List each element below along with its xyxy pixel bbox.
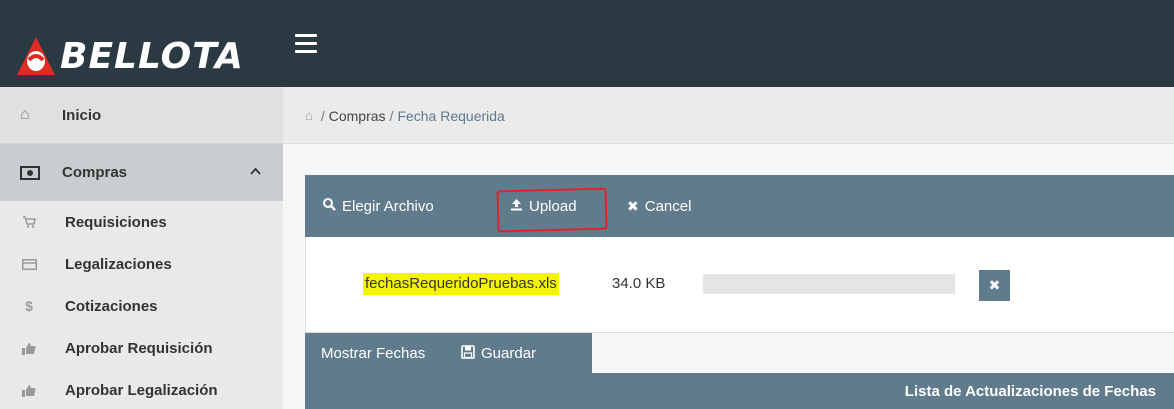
sidebar-item-label: Legalizaciones: [65, 255, 172, 273]
breadcrumb-separator: /: [389, 107, 394, 124]
cart-icon: [20, 201, 38, 243]
sidebar-item-label: Compras: [62, 164, 128, 181]
money-icon: [20, 144, 40, 201]
breadcrumb-bar: ⌂ / Compras / Fecha Requerida: [283, 87, 1174, 144]
cancel-button[interactable]: ✖ Cancel: [627, 175, 691, 237]
breadcrumb-current: Fecha Requerida: [397, 107, 505, 124]
sidebar: ⌂ Inicio Compras Requisiciones Legalizac…: [0, 87, 283, 409]
save-icon: [461, 344, 475, 363]
thumbs-up-icon: [20, 327, 38, 369]
tab-label: Guardar: [481, 345, 537, 362]
chevron-up-icon[interactable]: [250, 166, 261, 177]
choose-file-button[interactable]: Elegir Archivo: [323, 175, 434, 237]
tab-bar: Mostrar Fechas Guardar: [305, 332, 1174, 374]
tab-guardar[interactable]: Guardar: [445, 333, 592, 374]
breadcrumb: ⌂ / Compras / Fecha Requerida: [305, 87, 505, 144]
bellota-logo-icon: [17, 37, 55, 75]
sidebar-item-compras[interactable]: Compras: [0, 144, 283, 201]
sidebar-item-label: Aprobar Legalización: [65, 381, 218, 399]
remove-file-button[interactable]: ✖: [979, 270, 1010, 301]
choose-file-label: Elegir Archivo: [342, 197, 434, 215]
sidebar-item-label: Aprobar Requisición: [65, 339, 213, 357]
main-content: Elegir Archivo Upload ✖ Cancel fechasReq…: [283, 144, 1174, 409]
breadcrumb-compras[interactable]: Compras: [329, 108, 386, 124]
sidebar-item-cotizaciones[interactable]: $ Cotizaciones: [0, 285, 283, 327]
sidebar-item-legalizaciones[interactable]: Legalizaciones: [0, 243, 283, 285]
tab-mostrar-fechas[interactable]: Mostrar Fechas: [305, 333, 445, 374]
sidebar-item-label: Requisiciones: [65, 213, 167, 231]
close-icon: ✖: [627, 197, 639, 214]
file-row: fechasRequeridoPruebas.xls 34.0 KB ✖: [305, 237, 1174, 332]
sidebar-item-label: Cotizaciones: [65, 297, 158, 315]
close-icon: ✖: [988, 277, 1001, 293]
dollar-icon: $: [25, 298, 33, 314]
sidebar-item-label: Inicio: [62, 106, 102, 124]
breadcrumb-separator: /: [320, 107, 325, 124]
home-icon[interactable]: ⌂: [305, 108, 313, 123]
thumbs-up-icon: [20, 369, 38, 409]
brand-name: BELLOTA: [60, 36, 244, 77]
card-icon: [20, 243, 38, 285]
file-size: 34.0 KB: [612, 275, 666, 292]
brand[interactable]: BELLOTA: [0, 12, 283, 87]
sidebar-item-inicio[interactable]: ⌂ Inicio: [0, 87, 283, 144]
upload-progress-bar: [703, 274, 955, 294]
sidebar-item-aprobar-requisicion[interactable]: Aprobar Requisición: [0, 327, 283, 369]
menu-toggle-icon[interactable]: [295, 34, 317, 54]
upload-toolbar: Elegir Archivo Upload ✖ Cancel: [305, 175, 1174, 237]
home-icon: ⌂: [20, 106, 30, 123]
cancel-label: Cancel: [644, 197, 692, 215]
red-annotation-box: [496, 187, 608, 233]
sidebar-item-requisiciones[interactable]: Requisiciones: [0, 201, 283, 243]
table-title: Lista de Actualizaciones de Fechas: [904, 382, 1156, 400]
file-name: fechasRequeridoPruebas.xls: [363, 273, 559, 295]
search-icon: [323, 198, 336, 214]
tab-label: Mostrar Fechas: [321, 345, 426, 362]
sidebar-item-aprobar-legalizacion[interactable]: Aprobar Legalización: [0, 369, 283, 409]
table-header: Lista de Actualizaciones de Fechas: [305, 373, 1174, 409]
